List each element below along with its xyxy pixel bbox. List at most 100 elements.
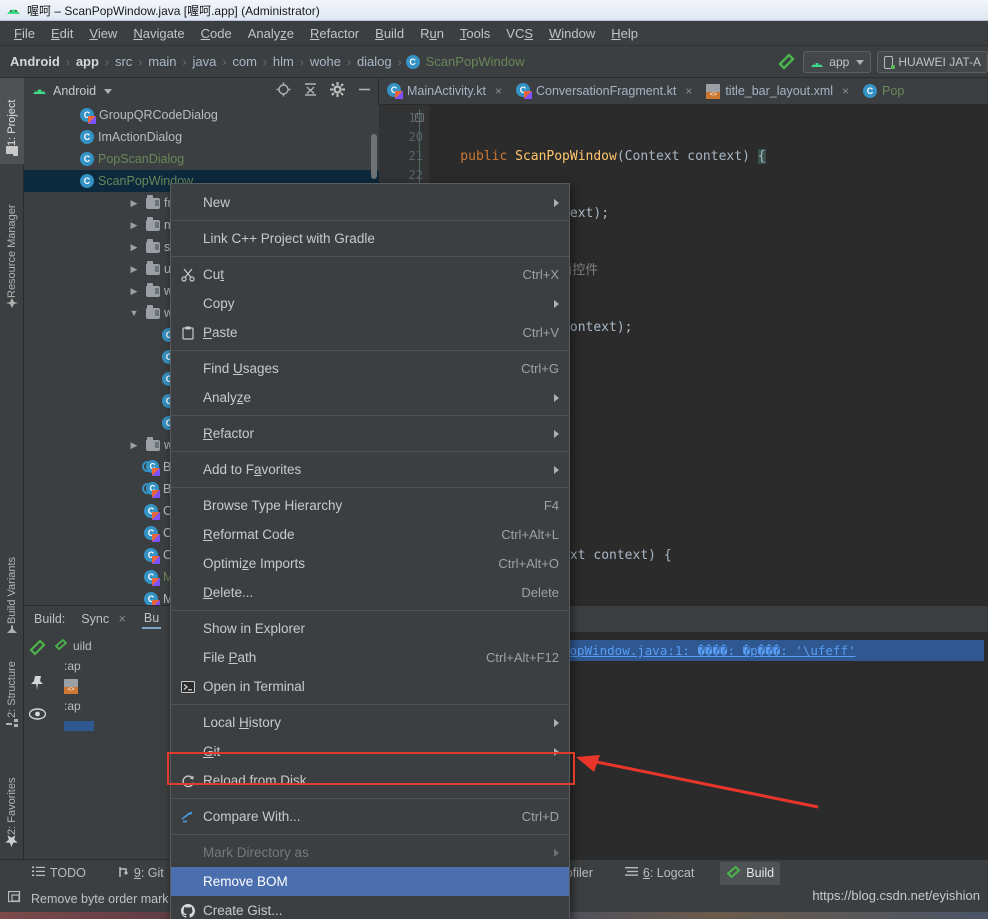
chevron-right-icon[interactable]: ▶ [128,242,140,253]
menu-help[interactable]: Help [603,24,646,43]
menu-item-delete[interactable]: Delete... Delete [171,578,569,607]
project-pane-toolbar[interactable] [276,78,372,104]
build-hammer-icon[interactable] [775,51,797,73]
file-context-menu[interactable]: New Link C++ Project with Gradle Cut Ctr… [170,183,570,919]
menu-vcs[interactable]: VCS [498,24,541,43]
menu-item-link-cpp-project[interactable]: Link C++ Project with Gradle [171,224,569,253]
sidebar-item-favorites[interactable]: 2: Favorites [0,743,24,855]
sidebar-item-resource-manager[interactable]: Resource Manager [0,174,24,316]
chevron-right-icon[interactable]: ▶ [128,220,140,231]
menu-analyze[interactable]: Analyze [240,24,302,43]
close-icon[interactable]: × [842,84,849,98]
menu-run[interactable]: Run [412,24,452,43]
menu-item-analyze[interactable]: Analyze [171,383,569,412]
breadcrumb-hlm[interactable]: hlm [271,54,296,69]
chevron-right-icon[interactable]: ▶ [128,440,140,451]
breadcrumb-java[interactable]: java [190,54,218,69]
bottom-tab-git[interactable]: 9: Git [112,863,170,884]
editor-tab-mainactivity[interactable]: C MainActivity.kt × [379,78,508,104]
menu-item-git[interactable]: Git [171,737,569,766]
breadcrumb-main[interactable]: main [146,54,178,69]
menu-item-remove-bom[interactable]: Remove BOM [171,867,569,896]
close-icon[interactable]: × [495,84,502,98]
bottom-tab-build[interactable]: Build [720,862,780,885]
editor-tab-bar[interactable]: C MainActivity.kt × C ConversationFragme… [379,78,988,105]
chevron-right-icon[interactable]: ▶ [128,198,140,209]
close-icon[interactable]: × [119,612,126,626]
settings-gear-icon[interactable] [330,82,345,100]
menu-item-copy[interactable]: Copy [171,289,569,318]
menu-build[interactable]: Build [367,24,412,43]
breadcrumb-dialog[interactable]: dialog [355,54,394,69]
run-configuration-selector[interactable]: app [803,51,871,73]
eye-icon[interactable] [29,708,46,723]
collapse-all-icon[interactable] [303,82,318,100]
locate-icon[interactable] [276,82,291,100]
menu-edit[interactable]: Edit [43,24,81,43]
left-tool-window-strip[interactable]: 1: Project Resource Manager Build Varian… [0,78,24,859]
menu-item-add-to-favorites[interactable]: Add to Favorites [171,455,569,484]
menu-item-create-gist[interactable]: Create Gist... [171,896,569,919]
bottom-tab-todo[interactable]: TODO [26,863,92,883]
navbar-right-controls[interactable]: app HUAWEI JAT-A [775,46,988,78]
menu-code[interactable]: Code [193,24,240,43]
menu-item-open-in-terminal[interactable]: Open in Terminal [171,672,569,701]
menu-item-paste[interactable]: Paste Ctrl+V [171,318,569,347]
menu-window[interactable]: Window [541,24,603,43]
hide-icon[interactable] [357,82,372,100]
breadcrumb-com[interactable]: com [230,54,259,69]
menu-item-browse-type-hierarchy[interactable]: Browse Type Hierarchy F4 [171,491,569,520]
editor-tab-title-bar-layout[interactable]: title_bar_layout.xml × [698,78,855,104]
console-selected-error-line[interactable]: PopWindow.java:1: ����: �p���: '\ufeff' [560,640,984,661]
close-icon[interactable]: × [685,84,692,98]
menu-item-local-history[interactable]: Local History [171,708,569,737]
tree-scrollbar[interactable] [371,134,377,179]
breadcrumb-android[interactable]: Android [8,54,62,69]
tree-item[interactable]: C GroupQRCodeDialog [24,104,379,126]
copy-window-icon[interactable] [8,891,23,908]
editor-tab-conversationfragment[interactable]: C ConversationFragment.kt × [508,78,698,104]
tree-item[interactable]: C ImActionDialog [24,126,379,148]
main-menu-bar[interactable]: File Edit View Navigate Code Analyze Ref… [0,21,988,46]
breadcrumb-current-class[interactable]: ScanPopWindow [424,54,527,69]
menu-item-find-usages[interactable]: Find Usages Ctrl+G [171,354,569,383]
menu-item-compare-with[interactable]: Compare With... Ctrl+D [171,802,569,831]
breadcrumb-app[interactable]: app [74,54,101,69]
menu-navigate[interactable]: Navigate [125,24,192,43]
project-view-selector-label[interactable]: Android [53,84,96,98]
menu-item-new[interactable]: New [171,188,569,217]
sidebar-item-structure[interactable]: 2: Structure [0,628,24,736]
breadcrumb-wohe[interactable]: wohe [308,54,343,69]
menu-item-cut[interactable]: Cut Ctrl+X [171,260,569,289]
menu-refactor[interactable]: Refactor [302,24,367,43]
chevron-down-icon[interactable] [856,60,864,65]
menu-file[interactable]: File [6,24,43,43]
build-tab-build[interactable]: Bu [142,609,161,629]
menu-item-reload-from-disk[interactable]: Reload from Disk [171,766,569,795]
chevron-down-icon[interactable] [104,89,112,94]
tree-item[interactable]: C PopScanDialog [24,148,379,170]
menu-tools[interactable]: Tools [452,24,498,43]
menu-item-optimize-imports[interactable]: Optimize Imports Ctrl+Alt+O [171,549,569,578]
project-pane-header[interactable]: Android [24,78,378,104]
navigation-breadcrumb-bar[interactable]: Android › app › src › main › java › com … [0,46,988,78]
chevron-down-icon[interactable]: ▼ [128,308,140,318]
breadcrumb-src[interactable]: src [113,54,134,69]
chevron-right-icon[interactable]: ▶ [128,286,140,297]
pin-icon[interactable] [29,675,45,694]
chevron-right-icon[interactable]: ▶ [128,264,140,275]
menu-item-reformat-code[interactable]: Reformat Code Ctrl+Alt+L [171,520,569,549]
editor-tab-scanpopwindow[interactable]: C Pop [855,78,910,104]
menu-item-file-path[interactable]: File Path Ctrl+Alt+F12 [171,643,569,672]
device-selector[interactable]: HUAWEI JAT-A [877,51,988,73]
menu-view[interactable]: View [81,24,125,43]
menu-item-refactor[interactable]: Refactor [171,419,569,448]
bottom-tab-logcat[interactable]: 6: Logcat [619,863,700,883]
code-fold-marker-icon[interactable] [415,113,424,122]
hammer-icon[interactable] [27,638,47,661]
menu-item-show-in-explorer[interactable]: Show in Explorer [171,614,569,643]
sidebar-item-build-variants[interactable]: Build Variants [0,518,24,642]
build-tab-sync[interactable]: Sync × [79,610,128,628]
build-side-toolbar[interactable] [24,632,50,860]
sidebar-item-project[interactable]: 1: Project [0,78,24,164]
